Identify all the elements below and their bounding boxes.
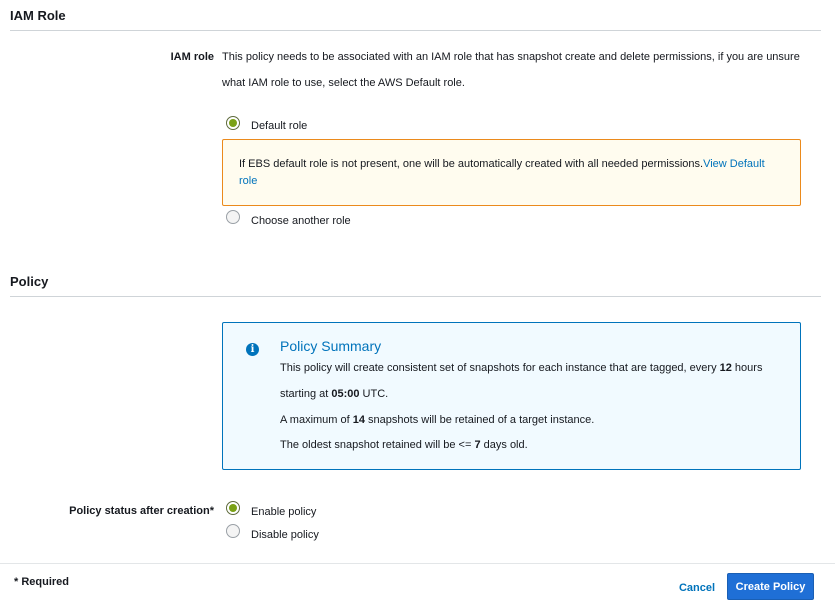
create-policy-button[interactable]: Create Policy	[727, 573, 814, 600]
another-role-label[interactable]: Choose another role	[251, 215, 351, 227]
footer-divider	[0, 563, 835, 564]
interval-value: 12	[719, 362, 732, 374]
policy-summary-line-retention: A maximum of 14 snapshots will be retain…	[280, 414, 594, 426]
view-default-role-link-continued[interactable]: role	[239, 175, 257, 187]
iam-role-label: IAM role	[170, 51, 214, 63]
policy-summary-line-interval: This policy will create consistent set o…	[280, 362, 762, 374]
info-icon: i	[246, 343, 259, 356]
section-divider	[10, 30, 821, 31]
enable-policy-radio[interactable]	[226, 501, 240, 515]
default-role-warning: If EBS default role is not present, one …	[222, 139, 801, 206]
summary-text: UTC.	[359, 388, 389, 400]
section-title-policy: Policy	[10, 274, 49, 289]
summary-text: snapshots will be retained of a target i…	[365, 414, 595, 426]
iam-role-description-line2: what IAM role to use, select the AWS Def…	[222, 77, 465, 89]
summary-text: days old.	[480, 439, 528, 451]
policy-summary-line-start: starting at 05:00 UTC.	[280, 388, 388, 400]
iam-role-description-line1: This policy needs to be associated with …	[222, 51, 800, 63]
default-role-label[interactable]: Default role	[251, 120, 307, 132]
required-note: * Required	[14, 576, 70, 588]
view-default-role-link[interactable]: View Default	[703, 158, 765, 170]
max-snapshots-value: 14	[352, 414, 365, 426]
default-role-radio[interactable]	[226, 116, 240, 130]
warning-text-block: If EBS default role is not present, one …	[239, 156, 784, 190]
start-time-value: 05:00	[331, 388, 360, 400]
section-title-iam-role: IAM Role	[10, 8, 66, 23]
summary-text: This policy will create consistent set o…	[280, 362, 720, 374]
disable-policy-label[interactable]: Disable policy	[251, 529, 319, 541]
enable-policy-label[interactable]: Enable policy	[251, 506, 316, 518]
policy-summary-title: Policy Summary	[280, 338, 382, 354]
another-role-radio[interactable]	[226, 210, 240, 224]
summary-text: starting at	[280, 388, 332, 400]
section-divider	[10, 296, 821, 297]
policy-summary-box: i Policy Summary This policy will create…	[222, 322, 801, 470]
disable-policy-radio[interactable]	[226, 524, 240, 538]
summary-text: The oldest snapshot retained will be <=	[280, 439, 475, 451]
summary-text: A maximum of	[280, 414, 353, 426]
iam-role-description: This policy needs to be associated with …	[222, 44, 822, 96]
policy-summary-line-age: The oldest snapshot retained will be <= …	[280, 439, 528, 451]
summary-text: hours	[731, 362, 763, 374]
policy-status-label: Policy status after creation*	[69, 505, 214, 517]
warning-text: If EBS default role is not present, one …	[239, 158, 704, 170]
cancel-button[interactable]: Cancel	[672, 580, 722, 596]
